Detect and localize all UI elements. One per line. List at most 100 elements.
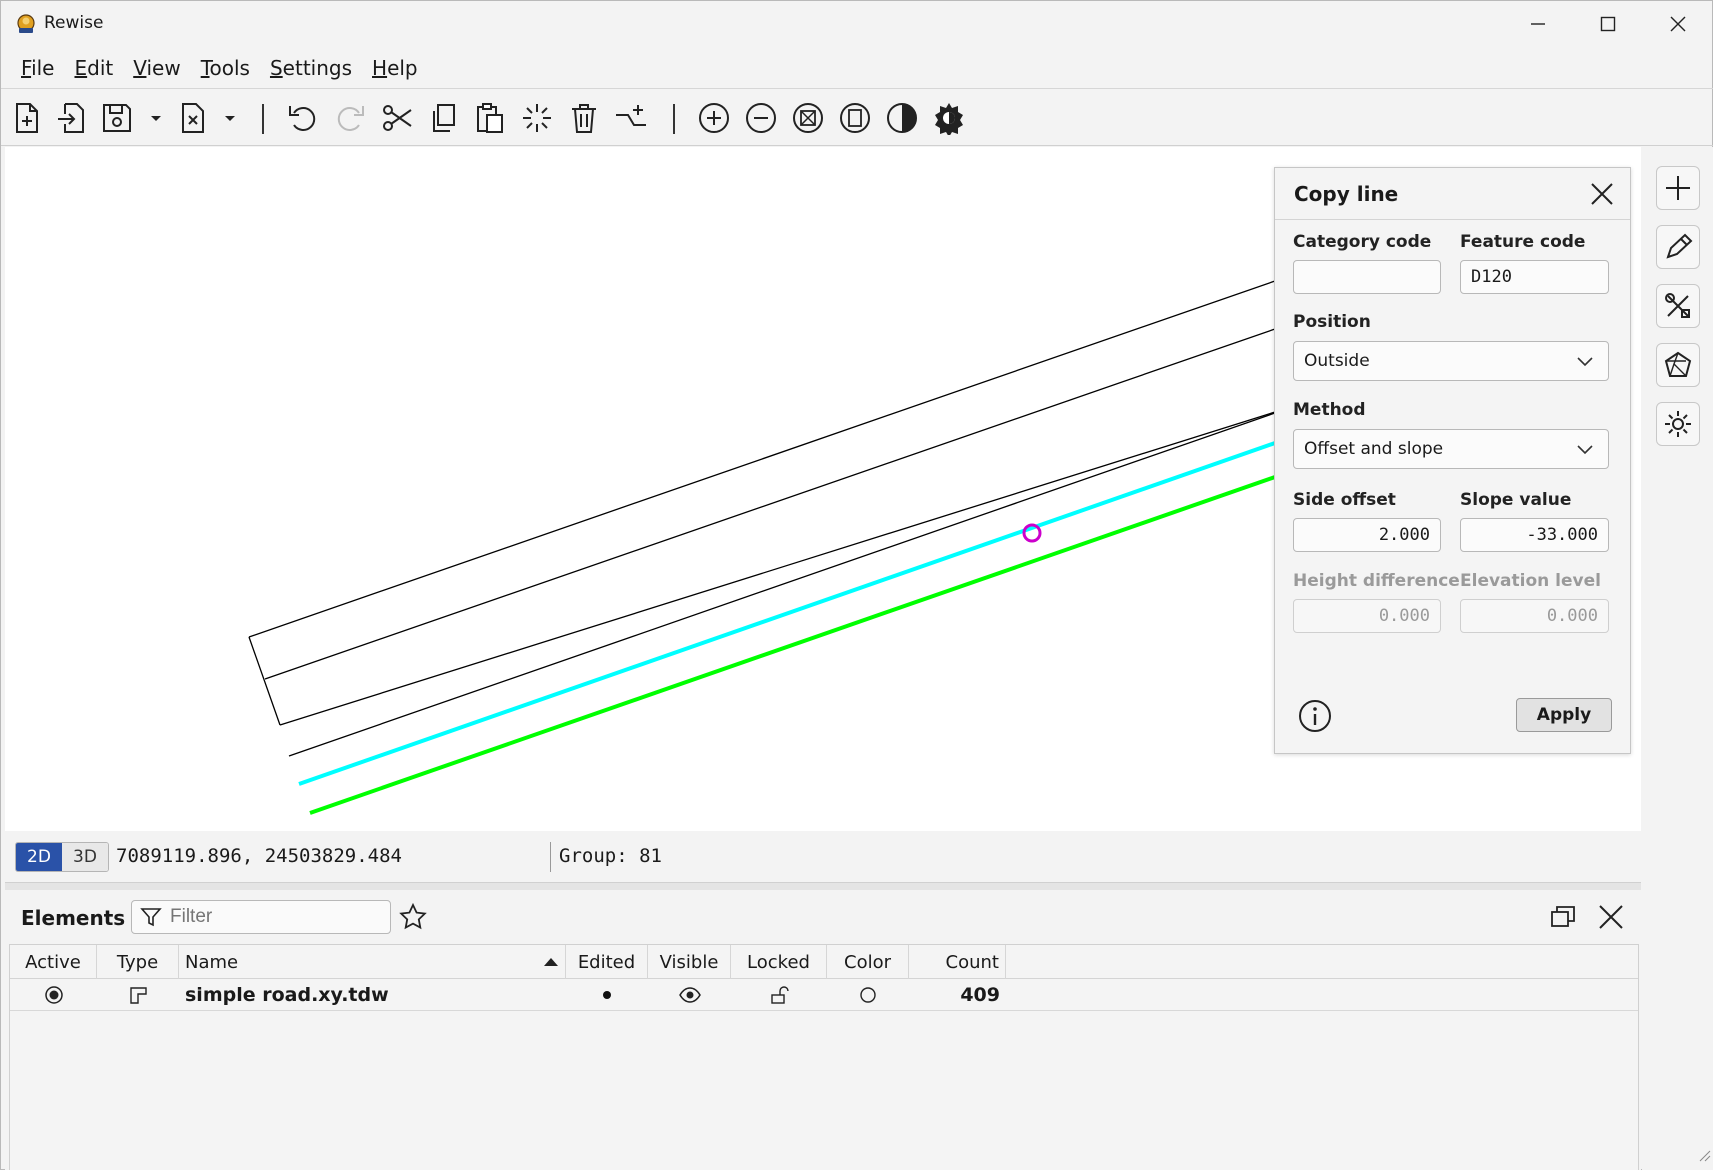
settings-tool-button[interactable] bbox=[1656, 402, 1700, 446]
menu-edit[interactable]: Edit bbox=[64, 56, 123, 80]
col-locked[interactable]: Locked bbox=[731, 945, 827, 979]
selected-line[interactable] bbox=[298, 441, 1276, 786]
menu-settings[interactable]: Settings bbox=[260, 56, 362, 80]
close-panel-icon[interactable] bbox=[1597, 903, 1625, 931]
side-offset-label: Side offset bbox=[1293, 490, 1396, 510]
position-select[interactable]: Outside bbox=[1293, 341, 1609, 381]
road-line-top[interactable] bbox=[248, 280, 1276, 638]
side-offset-input[interactable]: 2.000 bbox=[1293, 518, 1441, 552]
road-end-left[interactable] bbox=[248, 636, 281, 726]
save-dropdown-icon[interactable] bbox=[148, 110, 164, 126]
copied-line[interactable] bbox=[309, 475, 1276, 815]
theme-icon bbox=[935, 103, 963, 135]
restore-panel-icon[interactable] bbox=[1549, 903, 1577, 931]
close-window-button[interactable] bbox=[1643, 1, 1713, 47]
col-name-label: Name bbox=[185, 951, 239, 973]
close-dropdown-icon[interactable] bbox=[222, 110, 238, 126]
road-line-outer[interactable] bbox=[288, 412, 1276, 757]
title-bar: Rewise bbox=[1, 1, 1712, 47]
menu-view[interactable]: View bbox=[123, 56, 190, 80]
info-icon[interactable] bbox=[1297, 698, 1333, 734]
eye-icon bbox=[678, 987, 701, 1003]
edit-tool-button[interactable] bbox=[1656, 225, 1700, 269]
tools-button[interactable] bbox=[1656, 284, 1700, 328]
element-name: simple road.xy.tdw bbox=[185, 984, 389, 1006]
locked-toggle[interactable] bbox=[731, 979, 827, 1011]
road-line-bottom[interactable] bbox=[279, 411, 1276, 726]
elevation-level-input: 0.000 bbox=[1460, 599, 1609, 633]
new-file-button[interactable] bbox=[6, 98, 46, 138]
road-line-middle[interactable] bbox=[264, 328, 1276, 680]
color-swatch[interactable] bbox=[827, 979, 909, 1011]
mode-3d-button[interactable]: 3D bbox=[62, 843, 108, 871]
save-button[interactable] bbox=[97, 98, 137, 138]
app-window: Rewise File Edit View Tools Settings Hel… bbox=[0, 0, 1713, 1170]
maximize-button[interactable] bbox=[1573, 1, 1643, 47]
copy-button[interactable] bbox=[423, 98, 463, 138]
color-circle-icon bbox=[860, 987, 876, 1003]
redo-button[interactable] bbox=[330, 98, 370, 138]
filter-input[interactable] bbox=[170, 906, 360, 928]
method-select[interactable]: Offset and slope bbox=[1293, 429, 1609, 469]
method-label: Method bbox=[1293, 400, 1366, 420]
visible-toggle[interactable] bbox=[648, 979, 731, 1011]
edited-cell bbox=[566, 979, 648, 1011]
zoom-in-button[interactable] bbox=[694, 98, 734, 138]
col-color[interactable]: Color bbox=[827, 945, 909, 979]
elements-panel: Elements Active Type Name Edited Visible… bbox=[5, 890, 1711, 1170]
zoom-page-button[interactable] bbox=[835, 98, 875, 138]
chevron-down-icon bbox=[1577, 357, 1593, 367]
close-icon bbox=[1670, 16, 1686, 32]
menu-tools[interactable]: Tools bbox=[191, 56, 260, 80]
col-visible[interactable]: Visible bbox=[648, 945, 731, 979]
import-button[interactable] bbox=[52, 98, 92, 138]
category-code-input[interactable] bbox=[1293, 260, 1441, 294]
zoom-extents-button[interactable] bbox=[788, 98, 828, 138]
close-file-icon bbox=[182, 103, 204, 133]
paste-button[interactable] bbox=[470, 98, 510, 138]
minimize-button[interactable] bbox=[1503, 1, 1573, 47]
mode-2d-button[interactable]: 2D bbox=[16, 843, 62, 871]
close-file-button[interactable] bbox=[172, 98, 212, 138]
tools-icon bbox=[1665, 293, 1690, 318]
favorite-star-icon[interactable] bbox=[399, 903, 427, 931]
col-active[interactable]: Active bbox=[10, 945, 97, 979]
maximize-icon bbox=[1600, 16, 1616, 32]
col-type[interactable]: Type bbox=[97, 945, 179, 979]
delete-button[interactable] bbox=[564, 98, 604, 138]
undo-button[interactable] bbox=[283, 98, 323, 138]
filter-icon bbox=[140, 908, 162, 927]
feature-code-input[interactable]: D120 bbox=[1460, 260, 1609, 294]
contrast-button[interactable] bbox=[882, 98, 922, 138]
category-code-label: Category code bbox=[1293, 232, 1432, 252]
zoom-out-button[interactable] bbox=[741, 98, 781, 138]
panel-splitter[interactable] bbox=[5, 882, 1641, 890]
col-name[interactable]: Name bbox=[179, 945, 566, 979]
type-cell bbox=[97, 979, 179, 1011]
menu-file[interactable]: File bbox=[11, 56, 64, 80]
settings-gear-icon bbox=[1665, 411, 1691, 437]
col-edited[interactable]: Edited bbox=[566, 945, 648, 979]
element-count: 409 bbox=[960, 984, 1000, 1006]
theme-button[interactable] bbox=[929, 98, 969, 138]
toolbar-separator bbox=[673, 104, 675, 134]
dialog-close-icon[interactable] bbox=[1588, 180, 1616, 208]
polygon-tool-button[interactable] bbox=[1656, 343, 1700, 387]
zoom-out-icon bbox=[746, 103, 776, 133]
filter-box[interactable] bbox=[131, 900, 391, 934]
resize-grip-icon[interactable] bbox=[1695, 1146, 1711, 1162]
apply-button[interactable]: Apply bbox=[1516, 698, 1612, 732]
active-radio[interactable] bbox=[10, 979, 97, 1011]
rewise-logo-icon bbox=[17, 14, 35, 33]
import-icon bbox=[58, 103, 84, 133]
col-count[interactable]: Count bbox=[909, 945, 1006, 979]
zoom-page-icon bbox=[840, 103, 870, 133]
menu-help[interactable]: Help bbox=[362, 56, 428, 80]
add-tool-button[interactable] bbox=[1656, 166, 1700, 210]
slope-value-input[interactable]: -33.000 bbox=[1460, 518, 1609, 552]
table-row[interactable]: simple road.xy.tdw 409 bbox=[10, 979, 1638, 1011]
view-mode-toggle: 2D 3D bbox=[15, 842, 109, 872]
add-line-button[interactable] bbox=[611, 98, 651, 138]
select-button[interactable] bbox=[517, 98, 557, 138]
cut-button[interactable] bbox=[377, 98, 417, 138]
